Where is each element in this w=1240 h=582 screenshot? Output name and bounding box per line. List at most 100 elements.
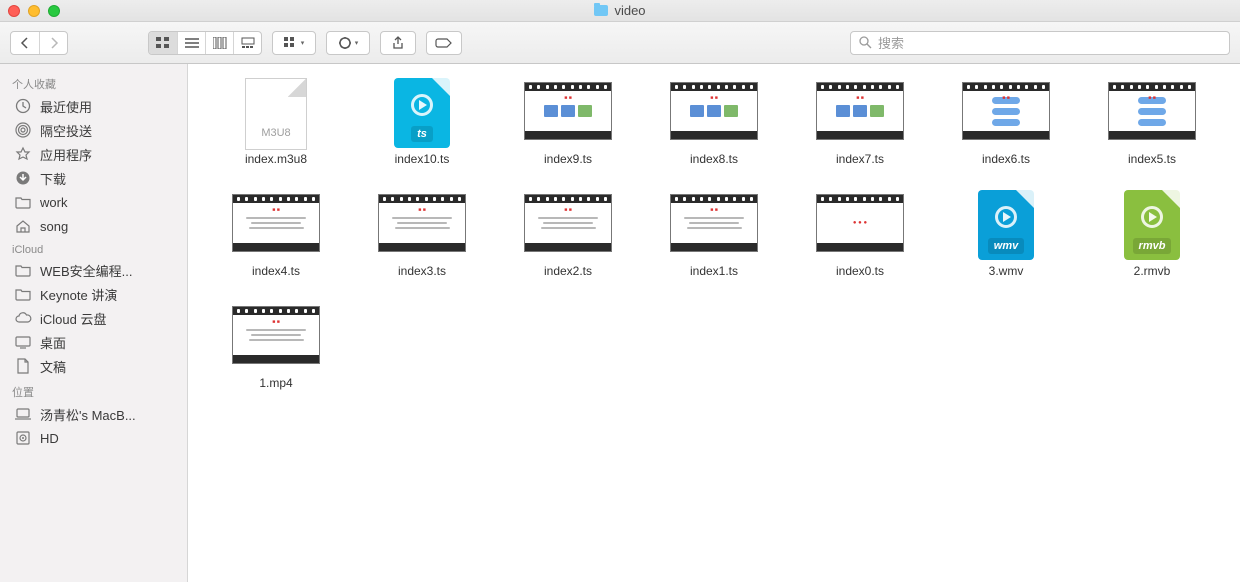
file-label: 1.mp4 (259, 376, 292, 390)
icon-view-button[interactable] (149, 32, 177, 54)
file-item[interactable]: ■ ■index3.ts (354, 190, 490, 278)
sidebar-item-label: 文稿 (40, 357, 66, 376)
file-thumbnail: ■ ■ (1108, 78, 1196, 144)
share-button[interactable] (380, 31, 416, 55)
apps-icon (14, 145, 32, 163)
file-grid: M3U8index.m3u8tsindex10.ts■ ■index9.ts■ … (208, 78, 1220, 390)
sidebar-section-header: 位置 (0, 378, 187, 402)
file-thumbnail: ■ ■ (670, 190, 758, 256)
file-label: 3.wmv (989, 264, 1024, 278)
file-item[interactable]: ■ ■ index9.ts (500, 78, 636, 166)
nav-buttons (10, 31, 68, 55)
sidebar-item-label: work (40, 195, 67, 210)
folder-icon (14, 285, 32, 303)
sidebar-item-label: song (40, 219, 68, 234)
doc-icon (14, 357, 32, 375)
file-item[interactable]: ● ● ●index0.ts (792, 190, 928, 278)
file-thumbnail: rmvb (1108, 190, 1196, 256)
sidebar-item-label: iCloud 云盘 (40, 309, 106, 328)
disk-icon (14, 429, 32, 447)
sidebar-item[interactable]: 最近使用 (0, 94, 187, 118)
file-thumbnail: ● ● ● (816, 190, 904, 256)
sidebar-item-label: HD (40, 431, 59, 446)
sidebar-item[interactable]: 桌面 (0, 330, 187, 354)
window-controls (8, 5, 60, 17)
file-label: index8.ts (690, 152, 738, 166)
sidebar-item[interactable]: work (0, 190, 187, 214)
search-icon (859, 36, 872, 49)
sidebar-item-label: WEB安全编程... (40, 261, 132, 280)
file-item[interactable]: wmv 3.wmv (938, 190, 1074, 278)
file-item[interactable]: ■ ■ index2.ts (500, 190, 636, 278)
list-view-button[interactable] (177, 32, 205, 54)
sidebar-item-label: 应用程序 (40, 145, 92, 164)
file-item[interactable]: M3U8index.m3u8 (208, 78, 344, 166)
sidebar-item[interactable]: 汤青松's MacB... (0, 402, 187, 426)
search-input[interactable]: 搜索 (850, 31, 1230, 55)
sidebar-item-label: 下载 (40, 169, 66, 188)
file-label: index4.ts (252, 264, 300, 278)
column-view-button[interactable] (205, 32, 233, 54)
sidebar-item[interactable]: 文稿 (0, 354, 187, 378)
file-thumbnail: ■ ■ (524, 78, 612, 144)
file-item[interactable]: ■ ■ 1.mp4 (208, 302, 344, 390)
file-thumbnail: ■ ■ (378, 190, 466, 256)
file-thumbnail: ■ ■ (524, 190, 612, 256)
desktop-icon (14, 333, 32, 351)
tag-button[interactable] (426, 31, 462, 55)
file-thumbnail: M3U8 (232, 78, 320, 144)
back-button[interactable] (11, 32, 39, 54)
file-label: index5.ts (1128, 152, 1176, 166)
titlebar: video (0, 0, 1240, 22)
close-button[interactable] (8, 5, 20, 17)
sidebar-item[interactable]: iCloud 云盘 (0, 306, 187, 330)
folder-icon (14, 193, 32, 211)
sidebar-item[interactable]: 隔空投送 (0, 118, 187, 142)
file-item[interactable]: ■ ■ index7.ts (792, 78, 928, 166)
forward-button[interactable] (39, 32, 67, 54)
view-mode-buttons (148, 31, 262, 55)
maximize-button[interactable] (48, 5, 60, 17)
sidebar-item[interactable]: HD (0, 426, 187, 450)
arrange-button[interactable]: ▾ (272, 31, 316, 55)
file-thumbnail: ■ ■ (232, 302, 320, 368)
file-item[interactable]: rmvb 2.rmvb (1084, 190, 1220, 278)
file-item[interactable]: ■ ■ index5.ts (1084, 78, 1220, 166)
sidebar-item[interactable]: WEB安全编程... (0, 258, 187, 282)
file-thumbnail: ■ ■ (816, 78, 904, 144)
file-item[interactable]: ■ ■index8.ts (646, 78, 782, 166)
file-content-area[interactable]: M3U8index.m3u8tsindex10.ts■ ■index9.ts■ … (188, 64, 1240, 582)
file-thumbnail: wmv (962, 190, 1050, 256)
sidebar-item[interactable]: song (0, 214, 187, 238)
search-placeholder: 搜索 (878, 33, 904, 52)
sidebar-item-label: 汤青松's MacB... (40, 405, 136, 424)
sidebar: 个人收藏最近使用隔空投送应用程序下载worksongiCloudWEB安全编程.… (0, 64, 188, 582)
file-item[interactable]: ■ ■index1.ts (646, 190, 782, 278)
gallery-view-button[interactable] (233, 32, 261, 54)
file-label: index2.ts (544, 264, 592, 278)
file-item[interactable]: ts index10.ts (354, 78, 490, 166)
home-icon (14, 217, 32, 235)
sidebar-item[interactable]: 下载 (0, 166, 187, 190)
file-label: index6.ts (982, 152, 1030, 166)
folder-icon (594, 5, 608, 16)
clock-icon (14, 97, 32, 115)
sidebar-item-label: Keynote 讲演 (40, 285, 117, 304)
chevron-down-icon: ▾ (301, 39, 305, 47)
file-label: index7.ts (836, 152, 884, 166)
file-label: index9.ts (544, 152, 592, 166)
file-thumbnail: ts (378, 78, 466, 144)
download-icon (14, 169, 32, 187)
file-label: 2.rmvb (1134, 264, 1171, 278)
minimize-button[interactable] (28, 5, 40, 17)
file-label: index10.ts (395, 152, 450, 166)
sidebar-section-header: 个人收藏 (0, 70, 187, 94)
sidebar-item[interactable]: 应用程序 (0, 142, 187, 166)
file-item[interactable]: ■ ■index4.ts (208, 190, 344, 278)
toolbar: ▾ ▾ 搜索 (0, 22, 1240, 64)
folder-icon (14, 261, 32, 279)
airdrop-icon (14, 121, 32, 139)
action-button[interactable]: ▾ (326, 31, 370, 55)
sidebar-item[interactable]: Keynote 讲演 (0, 282, 187, 306)
file-item[interactable]: ■ ■index6.ts (938, 78, 1074, 166)
